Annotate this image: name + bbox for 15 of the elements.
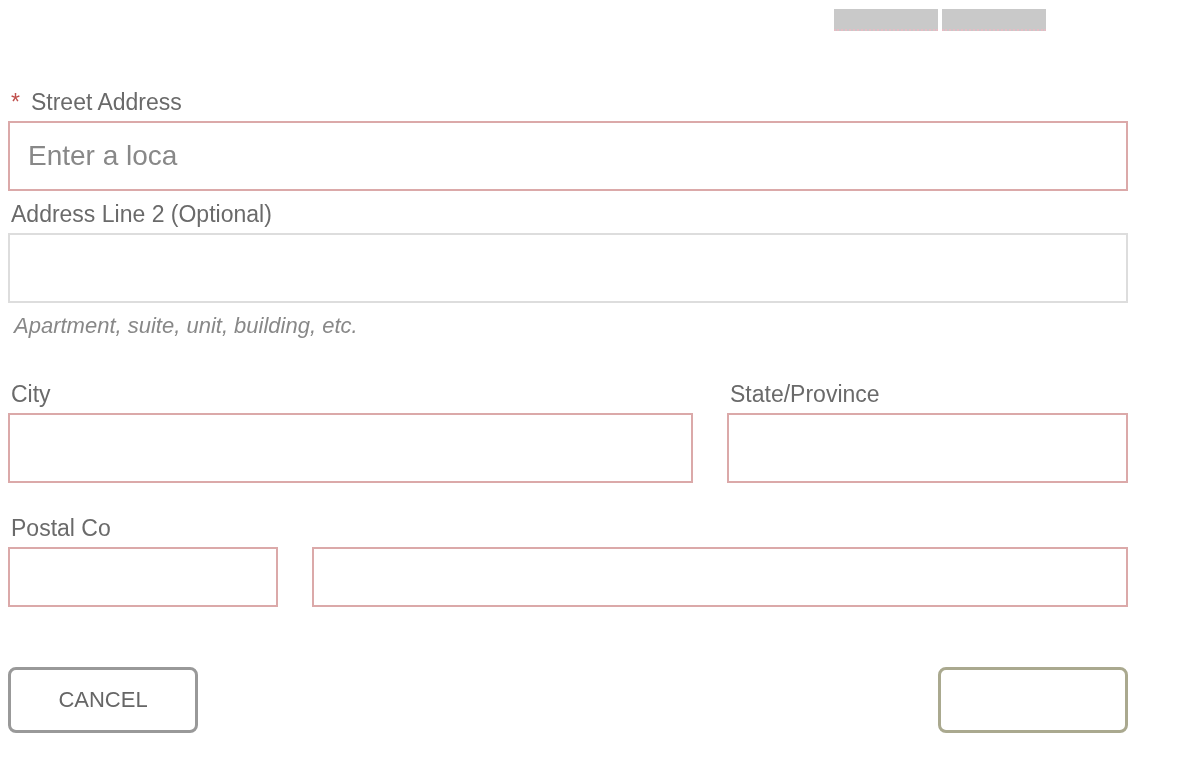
required-mark: * [10,88,20,117]
field-label: City [10,380,52,409]
input-field[interactable] [8,233,1128,303]
field-label: Address Line 2 (Optional) [10,200,272,229]
field-label: Postal Co [11,515,111,541]
helper-text: Apartment, suite, unit, building, etc. [12,313,359,339]
input-field[interactable] [8,413,693,483]
input-field[interactable] [312,547,1128,607]
field-label: Street Address [29,88,182,117]
input-field[interactable] [8,547,278,607]
input-field[interactable]: Enter a loca [8,121,1128,191]
submit-button[interactable] [938,667,1128,733]
field-label: State/Province [729,380,881,409]
input-field[interactable] [727,413,1128,483]
cancel-button[interactable]: CANCEL [8,667,198,733]
